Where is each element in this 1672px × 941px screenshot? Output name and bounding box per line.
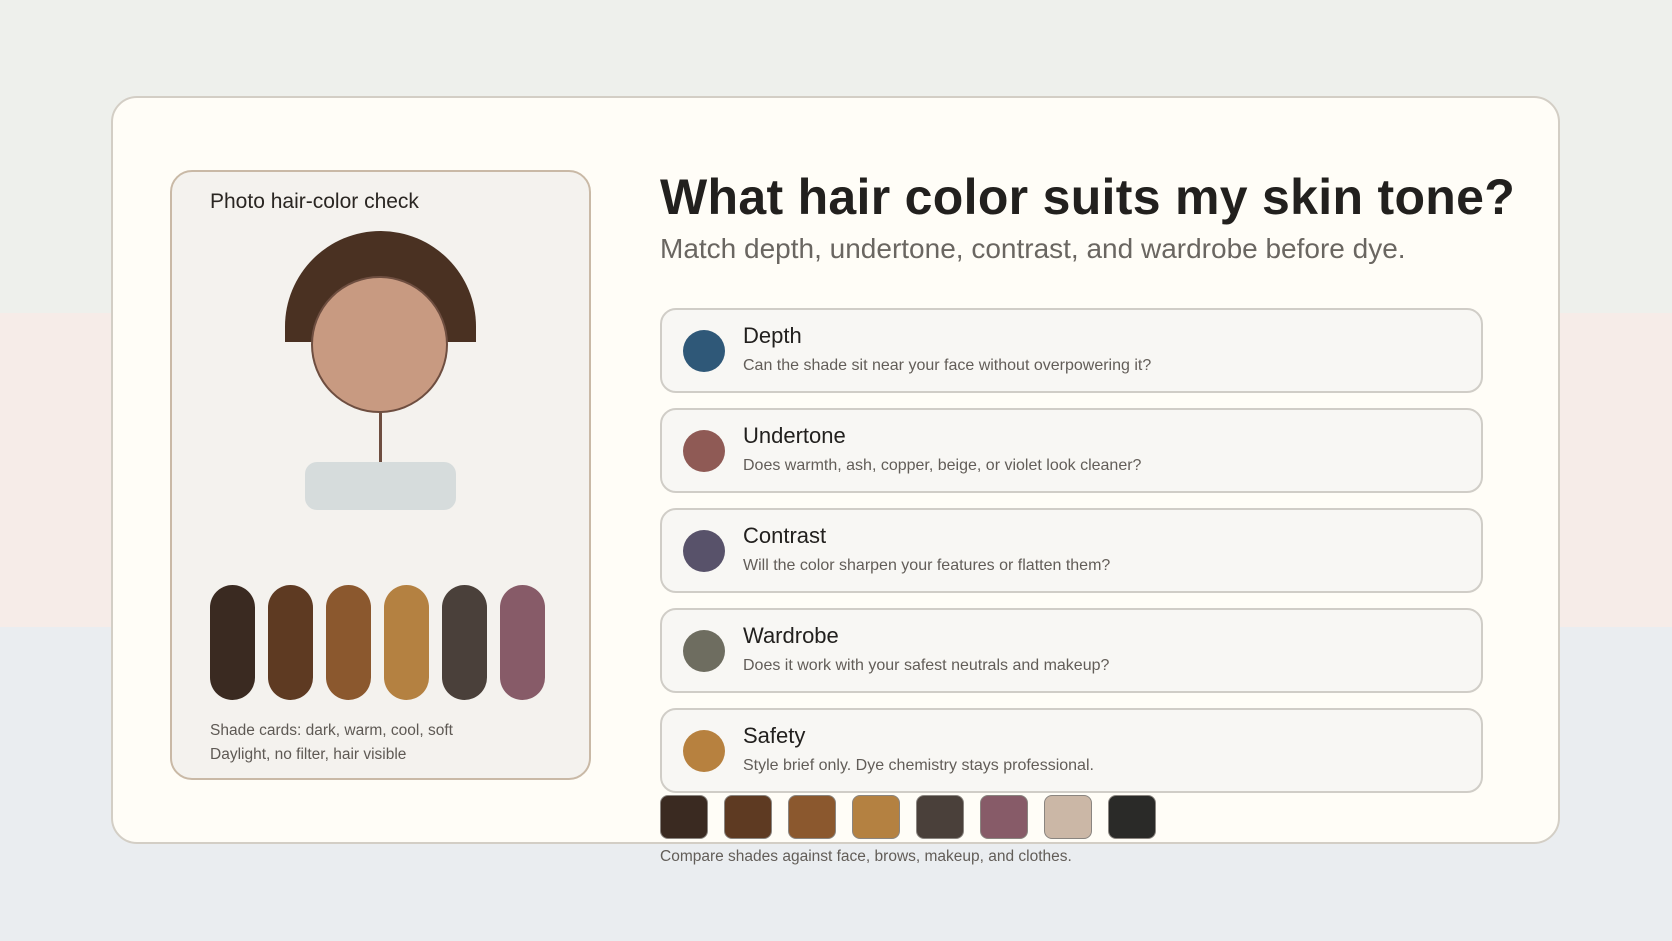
criterion-title: Undertone: [743, 423, 846, 448]
shade-swatch[interactable]: [980, 795, 1028, 839]
face-illustration: [311, 276, 448, 413]
criterion-dot-icon: [683, 730, 725, 772]
shade-pill: [210, 585, 255, 700]
shade-pill: [268, 585, 313, 700]
shade-pill: [384, 585, 429, 700]
criterion-dot-icon: [683, 430, 725, 472]
criterion-card-contrast[interactable]: Contrast Will the color sharpen your fea…: [660, 508, 1483, 593]
criterion-description: Does warmth, ash, copper, beige, or viol…: [743, 457, 1142, 474]
criterion-card-wardrobe[interactable]: Wardrobe Does it work with your safest n…: [660, 608, 1483, 693]
photo-note: Shade cards: dark, warm, cool, soft: [210, 722, 453, 739]
shade-swatch[interactable]: [724, 795, 772, 839]
criterion-description: Will the color sharpen your features or …: [743, 557, 1111, 574]
criterion-description: Can the shade sit near your face without…: [743, 357, 1152, 374]
criterion-dot-icon: [683, 630, 725, 672]
shade-pill: [500, 585, 545, 700]
shade-pill: [326, 585, 371, 700]
criterion-title: Wardrobe: [743, 623, 839, 648]
criterion-dot-icon: [683, 530, 725, 572]
page-subtitle: Match depth, undertone, contrast, and wa…: [660, 233, 1406, 264]
shoulders-illustration: [305, 462, 456, 510]
criterion-card-undertone[interactable]: Undertone Does warmth, ash, copper, beig…: [660, 408, 1483, 493]
page-title: What hair color suits my skin tone?: [660, 169, 1516, 225]
criterion-dot-icon: [683, 330, 725, 372]
photo-note: Daylight, no filter, hair visible: [210, 746, 407, 763]
criterion-description: Does it work with your safest neutrals a…: [743, 657, 1110, 674]
criterion-card-depth[interactable]: Depth Can the shade sit near your face w…: [660, 308, 1483, 393]
criterion-card-safety[interactable]: Safety Style brief only. Dye chemistry s…: [660, 708, 1483, 793]
shade-swatch[interactable]: [852, 795, 900, 839]
shade-swatch[interactable]: [660, 795, 708, 839]
neck-illustration: [379, 413, 382, 463]
shade-swatch[interactable]: [1108, 795, 1156, 839]
photo-panel-title: Photo hair-color check: [210, 190, 419, 213]
shade-swatch[interactable]: [788, 795, 836, 839]
criterion-title: Depth: [743, 323, 802, 348]
criterion-title: Contrast: [743, 523, 827, 548]
criterion-description: Style brief only. Dye chemistry stays pr…: [743, 757, 1094, 774]
shade-swatch[interactable]: [1044, 795, 1092, 839]
criterion-title: Safety: [743, 723, 806, 748]
shade-swatch[interactable]: [916, 795, 964, 839]
shade-pill: [442, 585, 487, 700]
compare-note: Compare shades against face, brows, make…: [660, 848, 1072, 865]
